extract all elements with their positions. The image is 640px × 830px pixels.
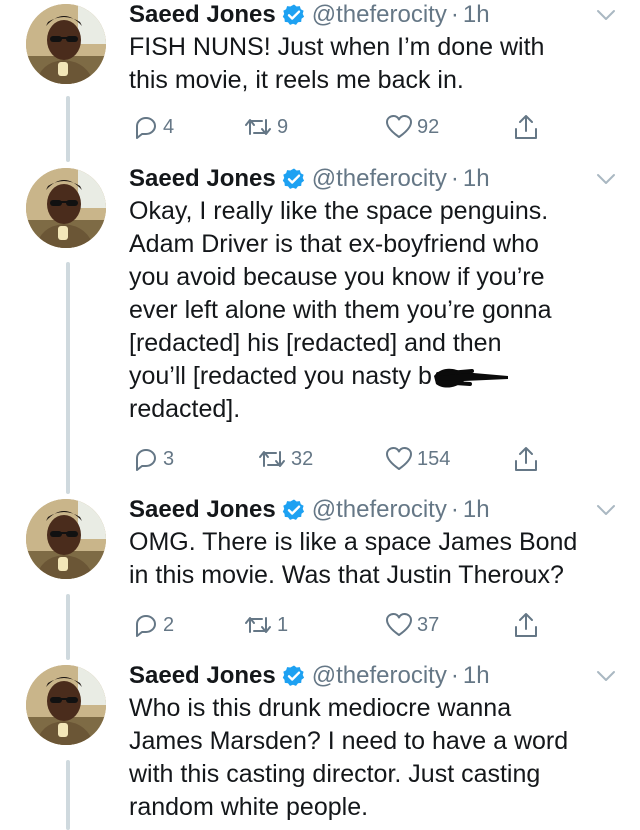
tweet-text-line: Okay, I really like the space penguins. [129, 197, 549, 225]
avatar-image [26, 665, 106, 745]
reply-count: 3 [163, 447, 175, 470]
avatar[interactable] [26, 4, 106, 84]
reply-icon [136, 615, 156, 637]
user-handle[interactable]: @theferocity [312, 1, 447, 29]
share-button[interactable] [513, 112, 539, 142]
reply-count: 2 [163, 613, 175, 636]
chevron-down-icon[interactable] [596, 8, 616, 22]
separator-dot: · [450, 165, 459, 192]
tweet-text-line: you’ll [redacted you nasty b [129, 362, 432, 390]
share-button[interactable] [513, 444, 539, 474]
user-handle[interactable]: @theferocity [312, 165, 447, 193]
timestamp[interactable]: 1h [463, 165, 490, 193]
avatar[interactable] [26, 665, 106, 745]
tweet-header: Saeed Jones @theferocity · 1h [129, 164, 490, 194]
chevron-down-icon[interactable] [596, 172, 616, 186]
avatar-image [26, 168, 106, 248]
heart-icon [386, 613, 412, 636]
tweet-text: OMG. There is like a space James Bond in… [129, 526, 619, 592]
separator-dot: · [450, 662, 459, 689]
tweet-header: Saeed Jones @theferocity · 1h [129, 0, 490, 30]
avatar[interactable] [26, 168, 106, 248]
avatar-image [26, 499, 106, 579]
scribble-redaction-mark [433, 369, 508, 388]
tweet-text-line: this movie, it reels me back in. [129, 66, 464, 94]
chevron-down-icon[interactable] [596, 669, 616, 683]
tweet-text: Okay, I really like the space penguins. … [129, 195, 619, 426]
share-button[interactable] [513, 610, 539, 640]
tweet-text-line: [redacted] his [redacted] and then [129, 329, 502, 357]
display-name[interactable]: Saeed Jones [129, 165, 276, 193]
separator-dot: · [450, 1, 459, 28]
avatar-image [26, 4, 106, 84]
tweet-text-line: James Marsden? I need to have a word [129, 727, 569, 755]
timestamp[interactable]: 1h [463, 662, 490, 690]
tweet-text-line: Who is this drunk mediocre wanna [129, 694, 512, 722]
verified-badge-icon [282, 664, 306, 688]
chevron-down-icon[interactable] [596, 503, 616, 517]
timestamp[interactable]: 1h [463, 1, 490, 29]
retweet-button[interactable]: 1 [243, 610, 288, 640]
verified-badge-icon [282, 3, 306, 27]
like-button[interactable]: 37 [385, 610, 439, 640]
retweet-icon [245, 119, 271, 135]
tweet-text-line: FISH NUNS! Just when I’m done with [129, 33, 545, 61]
tweet-actions: 3 32 154 [129, 444, 609, 474]
tweet-text-line: OMG. There is like a space James Bond [129, 528, 578, 556]
user-handle[interactable]: @theferocity [312, 662, 447, 690]
tweet-text-line: ever left alone with them you’re gonna [129, 296, 552, 324]
retweet-button[interactable]: 32 [257, 444, 313, 474]
reply-button[interactable]: 3 [133, 444, 174, 474]
like-count: 154 [417, 447, 451, 470]
retweet-icon [259, 451, 285, 467]
tweet-text-line: you avoid because you know if you’re [129, 263, 545, 291]
share-icon [515, 447, 537, 471]
separator-dot: · [450, 496, 459, 523]
tweet-header: Saeed Jones @theferocity · 1h [129, 661, 490, 691]
timestamp[interactable]: 1h [463, 496, 490, 524]
tweet-actions: 2 1 37 [129, 610, 609, 640]
verified-badge-icon [282, 167, 306, 191]
like-button[interactable]: 154 [385, 444, 450, 474]
thread-connector-line [66, 96, 70, 162]
tweet-text-line: with this casting director. Just casting [129, 760, 541, 788]
heart-icon [386, 115, 412, 138]
display-name[interactable]: Saeed Jones [129, 1, 276, 29]
reply-count: 4 [163, 115, 175, 138]
retweet-icon [245, 617, 271, 633]
tweet-text-line-with-scribble: you’ll [redacted you nasty b [129, 360, 619, 393]
tweet-text: FISH NUNS! Just when I’m done with this … [129, 31, 619, 97]
share-icon [515, 115, 537, 139]
display-name[interactable]: Saeed Jones [129, 496, 276, 524]
reply-icon [136, 117, 156, 139]
tweet-text-line: in this movie. Was that Justin Theroux? [129, 561, 564, 589]
share-icon [515, 613, 537, 637]
verified-badge-icon [282, 498, 306, 522]
tweet-actions: 4 9 92 [129, 112, 609, 142]
retweet-count: 9 [277, 115, 289, 138]
user-handle[interactable]: @theferocity [312, 496, 447, 524]
retweet-count: 1 [277, 613, 289, 636]
retweet-button[interactable]: 9 [243, 112, 288, 142]
tweet-text-line: redacted]. [129, 395, 241, 423]
like-count: 92 [417, 115, 440, 138]
heart-icon [386, 447, 412, 470]
tweet-text: Who is this drunk mediocre wanna James M… [129, 692, 619, 824]
retweet-count: 32 [291, 447, 314, 470]
tweet-header: Saeed Jones @theferocity · 1h [129, 495, 490, 525]
thread-connector-line [66, 262, 70, 494]
thread-connector-line [66, 760, 70, 830]
tweet-text-line: random white people. [129, 793, 369, 821]
reply-button[interactable]: 2 [133, 610, 174, 640]
display-name[interactable]: Saeed Jones [129, 662, 276, 690]
tweet-text-line: Adam Driver is that ex-boyfriend who [129, 230, 539, 258]
reply-button[interactable]: 4 [133, 112, 174, 142]
like-button[interactable]: 92 [385, 112, 439, 142]
like-count: 37 [417, 613, 440, 636]
avatar[interactable] [26, 499, 106, 579]
reply-icon [136, 449, 156, 471]
thread-connector-line [66, 594, 70, 660]
